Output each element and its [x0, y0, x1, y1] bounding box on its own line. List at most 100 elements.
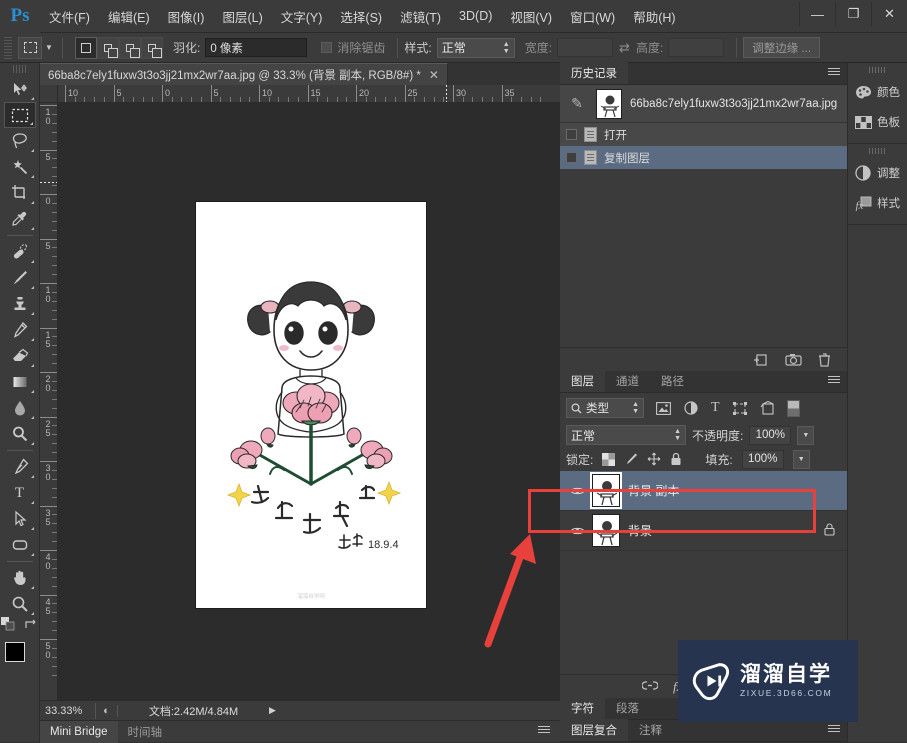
dock-item-adjustments[interactable]: 调整: [848, 158, 907, 188]
lock-all-icon[interactable]: [670, 452, 682, 466]
document-tab-close-icon[interactable]: ✕: [429, 68, 439, 82]
zoom-tool[interactable]: [4, 591, 36, 617]
menu-type[interactable]: 文字(Y): [272, 0, 332, 32]
subtract-from-selection-button[interactable]: [119, 36, 141, 59]
layers-panel-menu-icon[interactable]: [828, 376, 842, 388]
history-panel-menu-icon[interactable]: [828, 68, 842, 80]
gradient-tool[interactable]: [4, 369, 36, 395]
dodge-tool[interactable]: [4, 421, 36, 447]
dock-group-grip[interactable]: [868, 67, 887, 73]
hand-tool[interactable]: [4, 565, 36, 591]
marquee-tool-icon[interactable]: [18, 36, 42, 59]
intersect-selection-button[interactable]: [141, 36, 163, 59]
lock-transparent-icon[interactable]: [602, 452, 616, 466]
dock-item-swatches[interactable]: 色板: [848, 107, 907, 137]
tab-character[interactable]: 字符: [560, 697, 605, 719]
vertical-ruler[interactable]: 10505101520253035404550: [40, 103, 58, 700]
tab-paragraph[interactable]: 段落: [605, 697, 650, 719]
height-input[interactable]: [668, 38, 725, 57]
history-snapshot-row[interactable]: ✎ 66ba8c7ely1fuxw3t3o3jj21mx2wr7aa.jpg: [560, 85, 847, 123]
dock-group-grip[interactable]: [868, 148, 887, 154]
close-button[interactable]: ✕: [871, 2, 907, 26]
lock-image-icon[interactable]: [624, 452, 638, 466]
menu-filter[interactable]: 滤镜(T): [391, 0, 450, 32]
layer-filter-type-select[interactable]: 类型 ▲ ▼: [566, 398, 644, 418]
new-document-icon[interactable]: [753, 353, 769, 367]
default-colors-icon[interactable]: [1, 617, 16, 632]
layer-row-background[interactable]: 背景: [560, 511, 847, 551]
blur-tool[interactable]: [4, 395, 36, 421]
new-snapshot-icon[interactable]: [785, 353, 802, 366]
doc-size-icon[interactable]: ◐: [96, 704, 118, 717]
rectangular-marquee-tool[interactable]: [3, 102, 36, 128]
smart-object-filter-icon[interactable]: [760, 401, 774, 415]
blend-mode-select[interactable]: 正常 ▲ ▼: [566, 425, 686, 445]
clone-stamp-tool[interactable]: [4, 291, 36, 317]
tab-channels[interactable]: 通道: [605, 370, 650, 392]
layer-thumbnail[interactable]: [592, 474, 620, 507]
layer-visibility-eye-icon[interactable]: [564, 486, 590, 496]
tab-layers[interactable]: 图层: [560, 370, 605, 392]
status-arrow-icon[interactable]: ▶: [269, 705, 276, 716]
crop-tool[interactable]: [4, 180, 36, 206]
swap-colors-icon[interactable]: [24, 619, 38, 631]
menu-image[interactable]: 图像(I): [159, 0, 214, 32]
history-state-checkbox[interactable]: [566, 129, 577, 140]
artboard[interactable]: 18.9.4 溜溜自学网: [196, 202, 426, 608]
delete-icon[interactable]: [818, 352, 831, 367]
lock-position-icon[interactable]: [647, 452, 661, 466]
pixel-filter-icon[interactable]: [656, 401, 671, 415]
menu-edit[interactable]: 编辑(E): [99, 0, 159, 32]
document-tab[interactable]: 66ba8c7ely1fuxw3t3o3jj21mx2wr7aa.jpg @ 3…: [40, 63, 448, 85]
menu-view[interactable]: 视图(V): [501, 0, 561, 32]
tool-preset-chevron-down-icon[interactable]: ▼: [42, 37, 56, 59]
menu-help[interactable]: 帮助(H): [624, 0, 684, 32]
history-brush-tool[interactable]: [4, 317, 36, 343]
fill-chevron-down-icon[interactable]: ▼: [792, 449, 810, 469]
opacity-value[interactable]: 100%: [749, 425, 792, 445]
move-tool[interactable]: [4, 76, 36, 102]
shape-tool[interactable]: [4, 532, 36, 558]
menu-select[interactable]: 选择(S): [331, 0, 391, 32]
feather-input[interactable]: 0 像素: [205, 38, 308, 57]
maximize-button[interactable]: ❐: [835, 2, 871, 26]
history-brush-source-icon[interactable]: ✎: [566, 95, 588, 112]
refine-edge-button[interactable]: 调整边缘 ...: [743, 37, 821, 58]
tab-history[interactable]: 历史记录: [560, 62, 628, 84]
horizontal-ruler[interactable]: 10 5 0 5 10 15 20 25 30 35: [58, 85, 560, 103]
layer-comps-panel-menu-icon[interactable]: [828, 725, 842, 737]
zoom-level-field[interactable]: 33.33%: [40, 702, 96, 719]
tab-layer-comps[interactable]: 图层复合: [560, 719, 628, 741]
tab-timeline[interactable]: 时间轴: [118, 721, 173, 743]
brush-tool[interactable]: [4, 265, 36, 291]
add-to-selection-button[interactable]: [97, 36, 119, 59]
eyedropper-tool[interactable]: [4, 206, 36, 232]
style-select[interactable]: 正常 ▲ ▼: [436, 37, 515, 58]
shape-filter-icon[interactable]: [732, 401, 747, 415]
tab-mini-bridge[interactable]: Mini Bridge: [40, 720, 118, 743]
opacity-chevron-down-icon[interactable]: ▼: [797, 425, 815, 445]
layer-row-background-copy[interactable]: 背景 副本: [560, 471, 847, 511]
type-filter-icon[interactable]: T: [711, 400, 720, 416]
toolbar-grip[interactable]: [12, 65, 27, 73]
layer-thumbnail[interactable]: [592, 514, 620, 547]
antialias-checkbox[interactable]: [321, 42, 333, 53]
width-input[interactable]: [557, 38, 614, 57]
pen-tool[interactable]: [4, 454, 36, 480]
ruler-corner[interactable]: [40, 85, 58, 103]
foreground-color-swatch[interactable]: [4, 642, 25, 662]
type-tool[interactable]: T: [4, 480, 36, 506]
path-selection-tool[interactable]: [4, 506, 36, 532]
dock-item-styles[interactable]: fx 样式: [848, 188, 907, 218]
eraser-tool[interactable]: [4, 343, 36, 369]
link-layers-icon[interactable]: [641, 680, 659, 694]
healing-brush-tool[interactable]: [4, 239, 36, 265]
menu-window[interactable]: 窗口(W): [561, 0, 624, 32]
adjustment-filter-icon[interactable]: [684, 401, 698, 415]
tab-notes[interactable]: 注释: [628, 719, 673, 741]
new-selection-button[interactable]: [75, 36, 97, 59]
lasso-tool[interactable]: [4, 128, 36, 154]
menu-3d[interactable]: 3D(D): [450, 0, 501, 32]
color-swatches[interactable]: [3, 640, 37, 674]
bottom-panel-menu-icon[interactable]: [538, 725, 552, 738]
